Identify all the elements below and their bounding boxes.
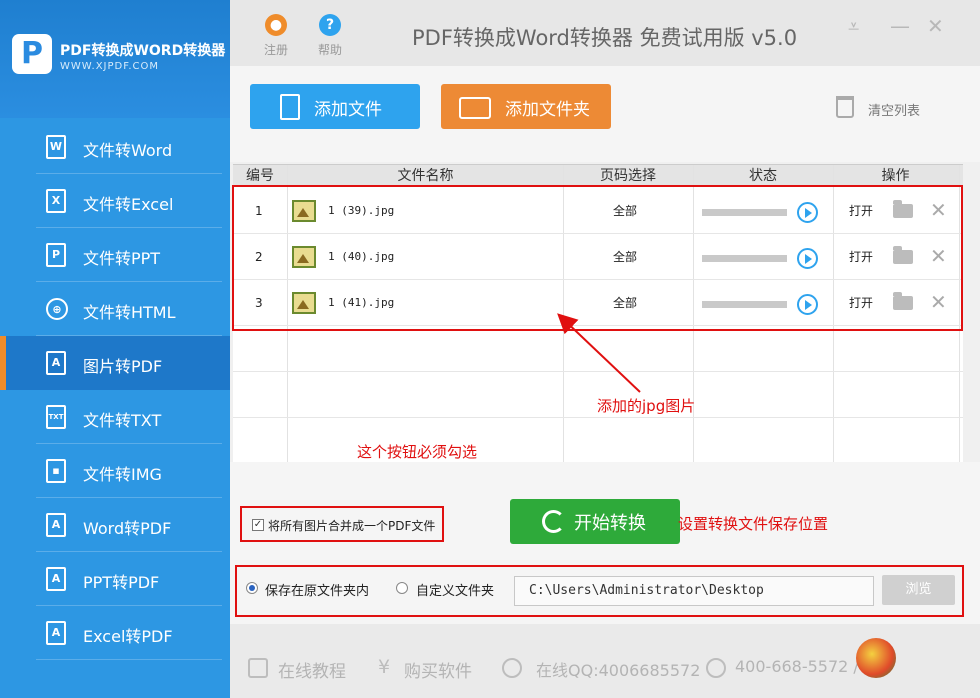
phone-icon	[706, 658, 726, 678]
annotation-added-jpg: 添加的jpg图片	[597, 397, 696, 415]
start-convert-button[interactable]: 开始转换	[510, 499, 680, 544]
merge-checkbox-label[interactable]: 将所有图片合并成一个PDF文件	[268, 517, 435, 534]
yen-icon: ¥	[378, 656, 391, 678]
save-custom-label[interactable]: 自定义文件夹	[416, 580, 494, 599]
browse-button[interactable]: 浏览	[882, 575, 955, 605]
qq-icon	[502, 658, 522, 678]
tutorial-icon	[248, 658, 268, 678]
merge-checkbox[interactable]: ✓	[252, 519, 264, 531]
start-convert-label: 开始转换	[574, 513, 646, 534]
annotation-must-check: 这个按钮必须勾选	[357, 443, 478, 461]
save-original-radio[interactable]	[246, 582, 258, 594]
watermark-logo-icon	[856, 638, 896, 678]
buy-software-link[interactable]: 购买软件	[404, 657, 472, 682]
save-original-label[interactable]: 保存在原文件夹内	[265, 580, 369, 599]
save-custom-radio[interactable]	[396, 582, 408, 594]
online-qq-link[interactable]: 在线QQ:4006685572	[536, 657, 700, 681]
refresh-icon	[542, 510, 565, 533]
annotation-set-location: 设置转换文件保存位置	[678, 515, 829, 533]
save-path-input[interactable]: C:\Users\Administrator\Desktop	[514, 576, 874, 606]
phone-number: 400-668-5572 /	[735, 657, 859, 676]
online-tutorial-link[interactable]: 在线教程	[278, 657, 346, 682]
